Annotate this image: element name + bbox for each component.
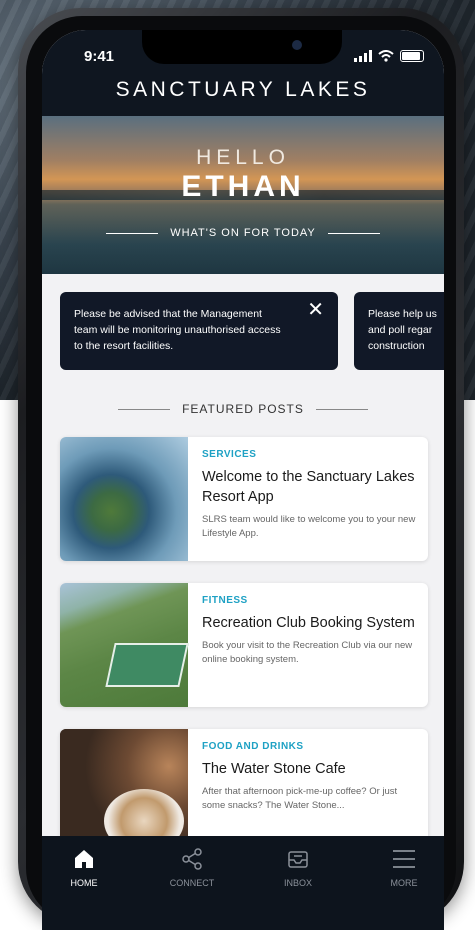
nav-label: CONNECT (169, 878, 215, 888)
signal-icon (354, 50, 372, 62)
bottom-nav: HOME CONNECT INBOX MORE (42, 836, 444, 930)
app-title: SANCTUARY LAKES (115, 78, 371, 101)
post-card[interactable]: FITNESS Recreation Club Booking System B… (60, 583, 428, 707)
camera-icon (292, 40, 302, 50)
inbox-icon (258, 846, 338, 872)
featured-posts-heading: FEATURED POSTS (42, 402, 444, 416)
status-time: 9:41 (84, 48, 115, 65)
nav-label: HOME (70, 878, 98, 888)
notice-text: Please help us and poll regar constructi… (368, 308, 437, 352)
status-icons (354, 50, 424, 62)
post-body: SERVICES Welcome to the Sanctuary Lakes … (202, 449, 420, 541)
post-image (60, 437, 188, 561)
close-icon[interactable]: ✕ (307, 300, 324, 320)
nav-item-more[interactable]: MORE (364, 846, 444, 888)
hero-banner: HELLO ETHAN WHAT'S ON FOR TODAY (42, 116, 444, 274)
hero-greeting: HELLO (196, 146, 290, 169)
divider-line (106, 232, 159, 234)
nav-item-connect[interactable]: CONNECT (152, 846, 232, 888)
notice-card[interactable]: Please be advised that the Management te… (60, 292, 338, 370)
post-card[interactable]: SERVICES Welcome to the Sanctuary Lakes … (60, 437, 428, 561)
nav-item-inbox[interactable]: INBOX (258, 846, 338, 888)
post-category: FITNESS (202, 595, 248, 606)
post-category: SERVICES (202, 449, 257, 460)
nav-label: INBOX (283, 878, 312, 888)
notice-text: Please be advised that the Management te… (74, 308, 281, 352)
phone-notch (142, 30, 342, 64)
post-title: Welcome to the Sanctuary Lakes Resort Ap… (202, 469, 415, 505)
post-description: SLRS team would like to welcome you to y… (202, 514, 416, 539)
post-card[interactable]: FOOD AND DRINKS The Water Stone Cafe Aft… (60, 729, 428, 853)
battery-icon (400, 50, 424, 62)
featured-title: FEATURED POSTS (182, 402, 304, 416)
post-title: The Water Stone Cafe (202, 761, 346, 777)
post-image (60, 583, 188, 707)
share-icon (152, 846, 232, 872)
app-screen: 9:41 SANCTUARY LAKES HELLO ETHAN WHAT'S … (42, 30, 444, 930)
post-body: FOOD AND DRINKS The Water Stone Cafe Aft… (202, 741, 420, 813)
nav-label: MORE (390, 878, 418, 888)
notice-card[interactable]: Please help us and poll regar constructi… (354, 292, 444, 370)
menu-icon (364, 846, 444, 872)
nav-item-home[interactable]: HOME (44, 846, 124, 888)
divider-line (315, 408, 368, 410)
post-category: FOOD AND DRINKS (202, 741, 304, 752)
post-body: FITNESS Recreation Club Booking System B… (202, 595, 420, 667)
divider-line (327, 232, 380, 234)
hero-subtitle: WHAT'S ON FOR TODAY (170, 227, 316, 239)
home-icon (44, 846, 124, 872)
app-header: 9:41 SANCTUARY LAKES (42, 30, 444, 126)
wifi-icon (378, 50, 394, 62)
post-title: Recreation Club Booking System (202, 615, 415, 631)
hero-user-name: ETHAN (181, 170, 305, 203)
hero-subtitle-row: WHAT'S ON FOR TODAY (42, 227, 444, 239)
post-image (60, 729, 188, 853)
divider-line (118, 408, 171, 410)
post-description: Book your visit to the Recreation Club v… (202, 640, 413, 665)
post-description: After that afternoon pick-me-up coffee? … (202, 786, 398, 811)
